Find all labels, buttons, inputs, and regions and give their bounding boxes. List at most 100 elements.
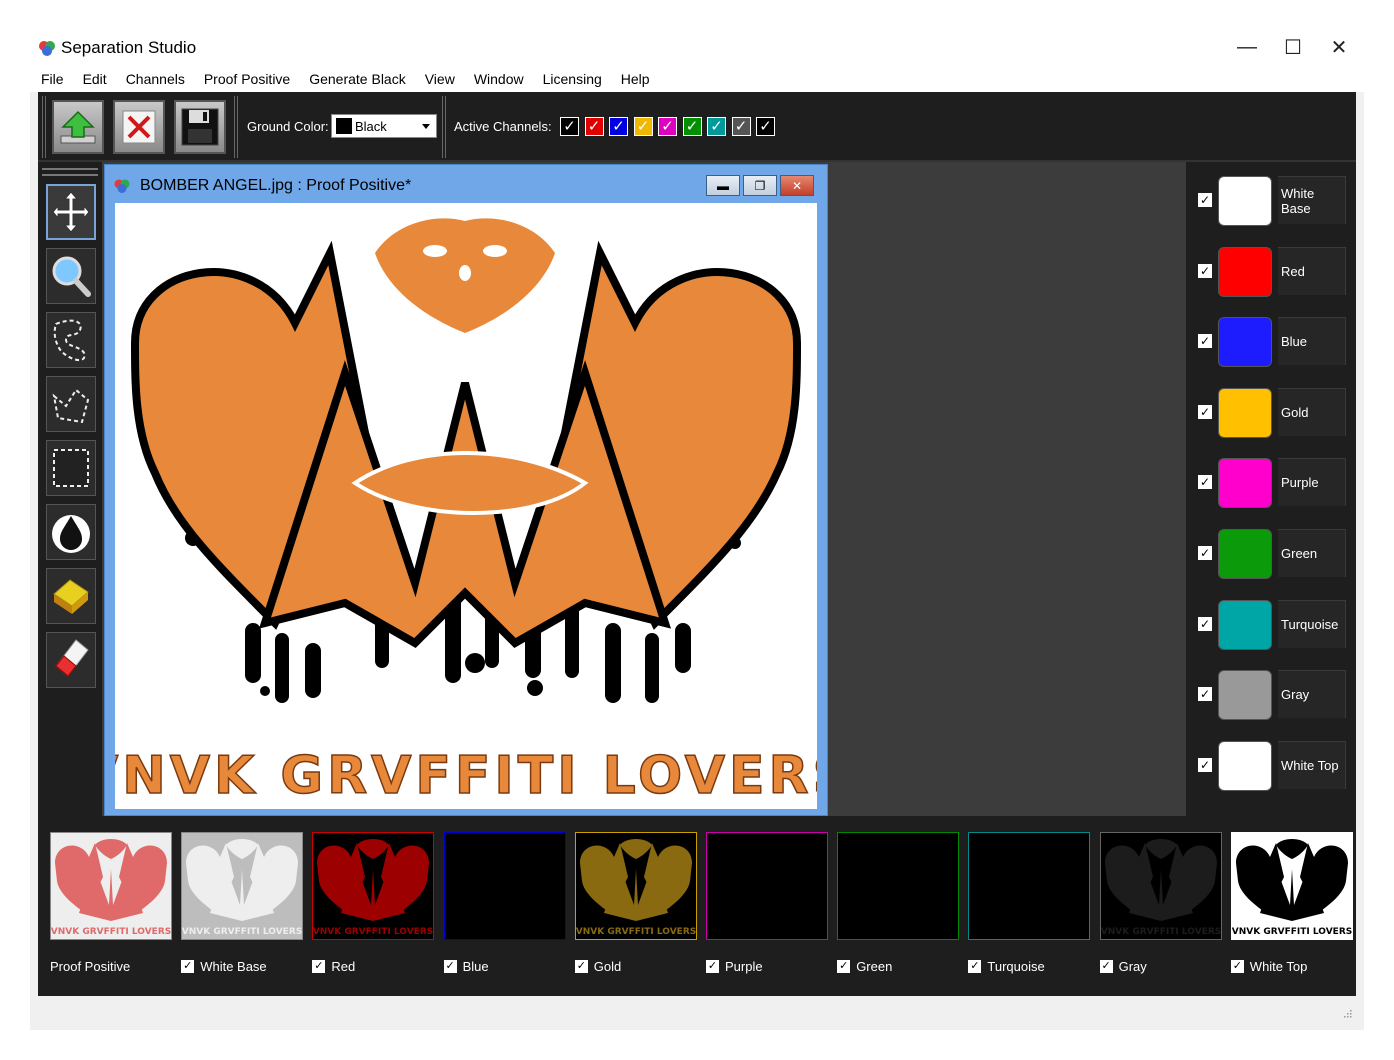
channel-checkbox-turquoise[interactable]: ✓ xyxy=(1198,616,1212,631)
channel-checkbox-purple[interactable]: ✓ xyxy=(1198,475,1212,490)
ink-drop-icon xyxy=(52,515,90,553)
channel-row-purple: ✓ Purple xyxy=(1186,458,1356,514)
save-file-button[interactable] xyxy=(174,100,226,154)
channel-thumbnail-blue[interactable] xyxy=(443,832,566,940)
channel-name-label[interactable]: Purple xyxy=(1278,458,1346,507)
close-file-button[interactable] xyxy=(113,100,165,154)
active-channel-checkbox-gray[interactable]: ✓ xyxy=(731,117,751,136)
channel-color-swatch[interactable] xyxy=(1218,458,1272,509)
channel-color-swatch[interactable] xyxy=(1218,670,1272,721)
channel-checkbox-gold[interactable]: ✓ xyxy=(1198,404,1212,419)
menu-proof-positive[interactable]: Proof Positive xyxy=(203,69,291,89)
thumbnail-label-purple: ✓ Purple xyxy=(706,959,763,974)
channel-thumbnail-gray[interactable]: VNVK GRVFFITI LOVERS xyxy=(1099,832,1222,940)
channel-name-label[interactable]: Green xyxy=(1278,529,1346,577)
channel-thumbnail-green[interactable] xyxy=(837,832,960,940)
thumbnail-checkbox[interactable]: ✓ xyxy=(443,960,457,973)
menu-edit[interactable]: Edit xyxy=(82,69,108,89)
active-channel-checkbox-white-top[interactable]: ✓ xyxy=(756,117,775,136)
channel-thumbnail-purple[interactable] xyxy=(706,832,828,940)
channel-thumbnail-turquoise[interactable] xyxy=(968,832,1091,940)
channel-name-label[interactable]: White Top xyxy=(1278,740,1346,789)
artwork-canvas[interactable]: VNVK GRVFFITI LOVERS xyxy=(77,203,851,809)
thumbnail-label-text: Gold xyxy=(593,959,622,974)
document-restore-button[interactable]: ❐ xyxy=(743,175,777,196)
ground-color-dropdown[interactable]: Black xyxy=(331,114,437,138)
channel-checkbox-gray[interactable]: ✓ xyxy=(1198,687,1212,702)
menu-file[interactable]: File xyxy=(40,69,65,89)
close-button[interactable]: ✕ xyxy=(1316,32,1362,62)
rect-select-tool-button[interactable] xyxy=(46,440,96,496)
thumbnail-checkbox[interactable]: ✓ xyxy=(181,960,195,973)
active-channel-checkbox-purple[interactable]: ✓ xyxy=(658,117,677,136)
thumbnail-checkbox[interactable]: ✓ xyxy=(837,960,851,973)
menu-help[interactable]: Help xyxy=(620,69,651,89)
thumbnail-label-gold: ✓ Gold xyxy=(574,959,622,974)
menu-channels[interactable]: Channels xyxy=(125,69,186,89)
channel-color-swatch[interactable] xyxy=(1218,246,1272,297)
channel-thumbnail-white-top[interactable]: VNVK GRVFFITI LOVERS xyxy=(1230,832,1353,940)
channel-name-label[interactable]: Gold xyxy=(1278,387,1346,436)
thumbnail-checkbox[interactable]: ✓ xyxy=(706,960,719,973)
channel-color-swatch[interactable] xyxy=(1218,317,1272,368)
channel-color-swatch[interactable] xyxy=(1218,387,1272,438)
menu-generate-black[interactable]: Generate Black xyxy=(308,69,407,89)
active-channels-label: Active Channels: xyxy=(454,119,552,134)
menu-window[interactable]: Window xyxy=(473,69,525,89)
channel-row-gray: ✓ Gray xyxy=(1186,670,1356,726)
menu-view[interactable]: View xyxy=(424,69,456,89)
palette-grip[interactable] xyxy=(42,168,98,176)
channel-thumbnail-red[interactable]: VNVK GRVFFITI LOVERS xyxy=(312,832,435,940)
channel-checkbox-blue[interactable]: ✓ xyxy=(1198,334,1212,349)
active-channel-checkbox-green[interactable]: ✓ xyxy=(682,117,702,136)
channel-row-white-top: ✓ White Top xyxy=(1186,740,1356,797)
eraser-tool-button[interactable] xyxy=(46,632,96,688)
channel-checkbox-red[interactable]: ✓ xyxy=(1198,263,1212,278)
active-channel-checkbox-red[interactable]: ✓ xyxy=(584,117,604,136)
channel-thumbnail-proof-positive[interactable]: VNVK GRVFFITI LOVERS xyxy=(50,832,172,940)
maximize-button[interactable]: ☐ xyxy=(1270,32,1316,62)
document-close-button[interactable]: ✕ xyxy=(780,175,814,196)
ground-color-label: Ground Color: xyxy=(247,119,329,134)
ink-drop-tool-button[interactable] xyxy=(46,504,96,560)
sponge-tool-button[interactable] xyxy=(46,568,96,624)
document-minimize-button[interactable]: ▬ xyxy=(706,175,740,196)
toolbar-separator xyxy=(234,96,238,158)
tool-palette xyxy=(38,162,102,816)
channel-name-label[interactable]: Red xyxy=(1278,246,1346,295)
channel-thumbnail-gold[interactable]: VNVK GRVFFITI LOVERS xyxy=(574,832,697,940)
channel-name-label[interactable]: Blue xyxy=(1278,317,1346,366)
channel-name-label[interactable]: Gray xyxy=(1278,670,1346,719)
active-channel-checkbox-white-base[interactable]: ✓ xyxy=(560,117,579,136)
channel-checkbox-white-base[interactable]: ✓ xyxy=(1198,193,1212,207)
minimize-button[interactable]: — xyxy=(1224,32,1270,62)
active-channel-checkbox-gold[interactable]: ✓ xyxy=(633,117,653,136)
thumbnail-checkbox[interactable]: ✓ xyxy=(574,960,588,973)
thumbnail-checkbox[interactable]: ✓ xyxy=(968,960,982,973)
menu-licensing[interactable]: Licensing xyxy=(542,69,603,89)
channel-color-swatch[interactable] xyxy=(1218,599,1272,650)
zoom-tool-button[interactable] xyxy=(46,248,96,304)
move-tool-button[interactable] xyxy=(46,184,96,240)
channel-name-label[interactable]: Turquoise xyxy=(1278,599,1346,648)
thumbnail-checkbox[interactable]: ✓ xyxy=(312,960,326,973)
channel-checkbox-white-top[interactable]: ✓ xyxy=(1198,757,1212,772)
active-channel-checkbox-blue[interactable]: ✓ xyxy=(609,117,628,136)
channel-color-swatch[interactable] xyxy=(1218,529,1272,579)
resize-grip-icon[interactable] xyxy=(1342,1008,1352,1018)
channel-color-swatch[interactable] xyxy=(1218,176,1272,226)
channel-color-swatch[interactable] xyxy=(1218,740,1272,791)
active-channel-checkbox-turquoise[interactable]: ✓ xyxy=(707,117,726,136)
channel-name-label[interactable]: White Base xyxy=(1278,176,1346,224)
channel-thumbnail-white-base[interactable]: VNVK GRVFFITI LOVERS xyxy=(181,832,304,940)
thumbnail-checkbox[interactable]: ✓ xyxy=(1230,960,1244,973)
artwork-text: VNVK GRVFFITI LOVERS xyxy=(115,746,817,806)
lasso-tool-button[interactable] xyxy=(46,312,96,368)
channel-checkbox-green[interactable]: ✓ xyxy=(1198,546,1212,560)
thumbnail-label-blue: ✓ Blue xyxy=(443,959,489,974)
thumbnail-checkbox[interactable]: ✓ xyxy=(1099,960,1113,973)
polygon-lasso-tool-button[interactable] xyxy=(46,376,96,432)
document-window[interactable]: BOMBER ANGEL.jpg : Proof Positive* ▬ ❐ ✕ xyxy=(77,164,851,816)
open-file-button[interactable] xyxy=(52,100,104,154)
thumbnail-artwork-text: VNVK GRVFFITI LOVERS xyxy=(1232,927,1352,937)
